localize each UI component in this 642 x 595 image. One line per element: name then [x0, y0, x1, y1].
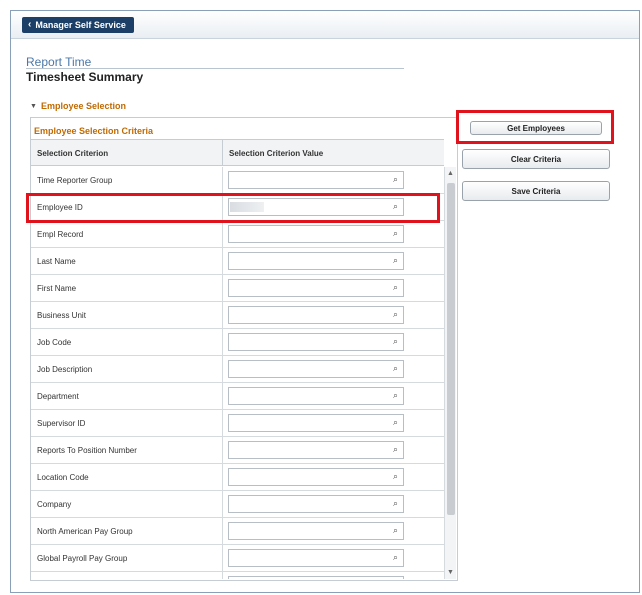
collapse-triangle-icon: ▼	[30, 102, 37, 110]
criterion-value-input[interactable]	[228, 576, 404, 579]
magnifier-icon[interactable]: ⌕	[393, 228, 398, 239]
magnifier-icon[interactable]: ⌕	[393, 174, 398, 185]
criterion-label: Job Description	[37, 365, 93, 374]
criterion-value-input[interactable]	[228, 252, 404, 270]
magnifier-icon[interactable]: ⌕	[393, 390, 398, 401]
table-row: North American Pay Group ⌕	[31, 518, 444, 545]
back-button[interactable]: ‹ Manager Self Service	[22, 17, 134, 33]
criterion-value-input[interactable]	[228, 549, 404, 567]
column-divider	[222, 545, 223, 571]
table-row: First Name ⌕	[31, 275, 444, 302]
column-divider	[222, 167, 223, 193]
magnifier-icon[interactable]: ⌕	[393, 417, 398, 428]
criterion-value-input[interactable]	[228, 495, 404, 513]
table-row: Reports To Position Number ⌕	[31, 437, 444, 464]
criterion-value-input[interactable]	[228, 441, 404, 459]
column-divider	[222, 248, 223, 274]
criterion-label: Last Name	[37, 257, 76, 266]
criterion-label: Empl Record	[37, 230, 84, 239]
magnifier-icon[interactable]: ⌕	[393, 444, 398, 455]
criterion-label: Global Payroll Pay Group	[37, 554, 128, 563]
scroll-down-icon[interactable]: ▼	[447, 569, 454, 576]
grid-header: Selection Criterion Selection Criterion …	[31, 139, 444, 166]
scroll-up-icon[interactable]: ▲	[447, 170, 454, 177]
section-toggle[interactable]: ▼ Employee Selection	[30, 101, 126, 111]
criterion-value-input[interactable]	[228, 279, 404, 297]
column-divider	[222, 437, 223, 463]
table-row: Global Payroll Pay Group ⌕	[31, 545, 444, 572]
column-divider	[222, 518, 223, 544]
table-row: Last Name ⌕	[31, 248, 444, 275]
criterion-value-input[interactable]	[228, 468, 404, 486]
column-divider	[222, 221, 223, 247]
column-divider	[222, 491, 223, 517]
magnifier-icon[interactable]: ⌕	[393, 471, 398, 482]
table-row: Job Code ⌕	[31, 329, 444, 356]
column-divider	[222, 275, 223, 301]
criterion-label: Time Reporter Group	[37, 176, 113, 185]
table-row: Company ⌕	[31, 491, 444, 518]
table-row: Location Code ⌕	[31, 464, 444, 491]
magnifier-icon[interactable]: ⌕	[393, 525, 398, 536]
save-criteria-button[interactable]: Save Criteria	[462, 181, 610, 201]
table-row: Job Description ⌕	[31, 356, 444, 383]
column-divider	[222, 140, 223, 165]
criterion-value-input[interactable]	[228, 171, 404, 189]
criterion-label: First Name	[37, 284, 77, 293]
criterion-value-input[interactable]	[228, 522, 404, 540]
breadcrumb[interactable]: Report Time	[26, 55, 91, 69]
column-divider	[222, 410, 223, 436]
criterion-label: Reports To Position Number	[37, 446, 137, 455]
criteria-rows: Time Reporter Group ⌕ Employee ID ⌕ Empl Rec…	[31, 167, 444, 579]
magnifier-icon[interactable]: ⌕	[393, 552, 398, 563]
page-title: Timesheet Summary	[26, 70, 144, 84]
criterion-label: Job Code	[37, 338, 72, 347]
magnifier-icon[interactable]: ⌕	[393, 309, 398, 320]
criterion-label: North American Pay Group	[37, 527, 133, 536]
column-header-value: Selection Criterion Value	[229, 149, 324, 158]
grid-title: Employee Selection Criteria	[34, 126, 154, 136]
criterion-value-input[interactable]	[228, 333, 404, 351]
criterion-value-input[interactable]	[228, 306, 404, 324]
table-row: Department ⌕	[31, 383, 444, 410]
criterion-value-input[interactable]	[228, 360, 404, 378]
table-row	[31, 572, 444, 579]
magnifier-icon[interactable]: ⌕	[393, 498, 398, 509]
back-button-label: Manager Self Service	[35, 20, 126, 30]
employee-id-highlight	[26, 193, 440, 223]
vertical-scrollbar[interactable]: ▲ ▼	[444, 167, 456, 579]
magnifier-icon[interactable]: ⌕	[393, 255, 398, 266]
magnifier-icon[interactable]: ⌕	[393, 363, 398, 374]
column-divider	[222, 302, 223, 328]
column-divider	[222, 572, 223, 579]
criterion-value-input[interactable]	[228, 225, 404, 243]
table-row: Time Reporter Group ⌕	[31, 167, 444, 194]
column-divider	[222, 464, 223, 490]
get-employees-highlight	[456, 110, 614, 144]
clear-criteria-button[interactable]: Clear Criteria	[462, 149, 610, 169]
criterion-label: Business Unit	[37, 311, 86, 320]
criterion-label: Company	[37, 500, 72, 509]
table-row: Empl Record ⌕	[31, 221, 444, 248]
criterion-label: Supervisor ID	[37, 419, 86, 428]
magnifier-icon[interactable]: ⌕	[393, 282, 398, 293]
criterion-label: Location Code	[37, 473, 89, 482]
table-row: Supervisor ID ⌕	[31, 410, 444, 437]
column-divider	[222, 383, 223, 409]
magnifier-icon[interactable]: ⌕	[393, 336, 398, 347]
criterion-label: Department	[37, 392, 79, 401]
column-divider	[222, 356, 223, 382]
scrollbar-thumb[interactable]	[447, 183, 455, 515]
criterion-value-input[interactable]	[228, 387, 404, 405]
chevron-left-icon: ‹	[28, 19, 32, 30]
column-header-criterion: Selection Criterion	[37, 149, 109, 158]
criterion-value-input[interactable]	[228, 414, 404, 432]
column-divider	[222, 329, 223, 355]
table-row: Business Unit ⌕	[31, 302, 444, 329]
title-divider	[26, 68, 404, 69]
section-label: Employee Selection	[40, 101, 126, 111]
